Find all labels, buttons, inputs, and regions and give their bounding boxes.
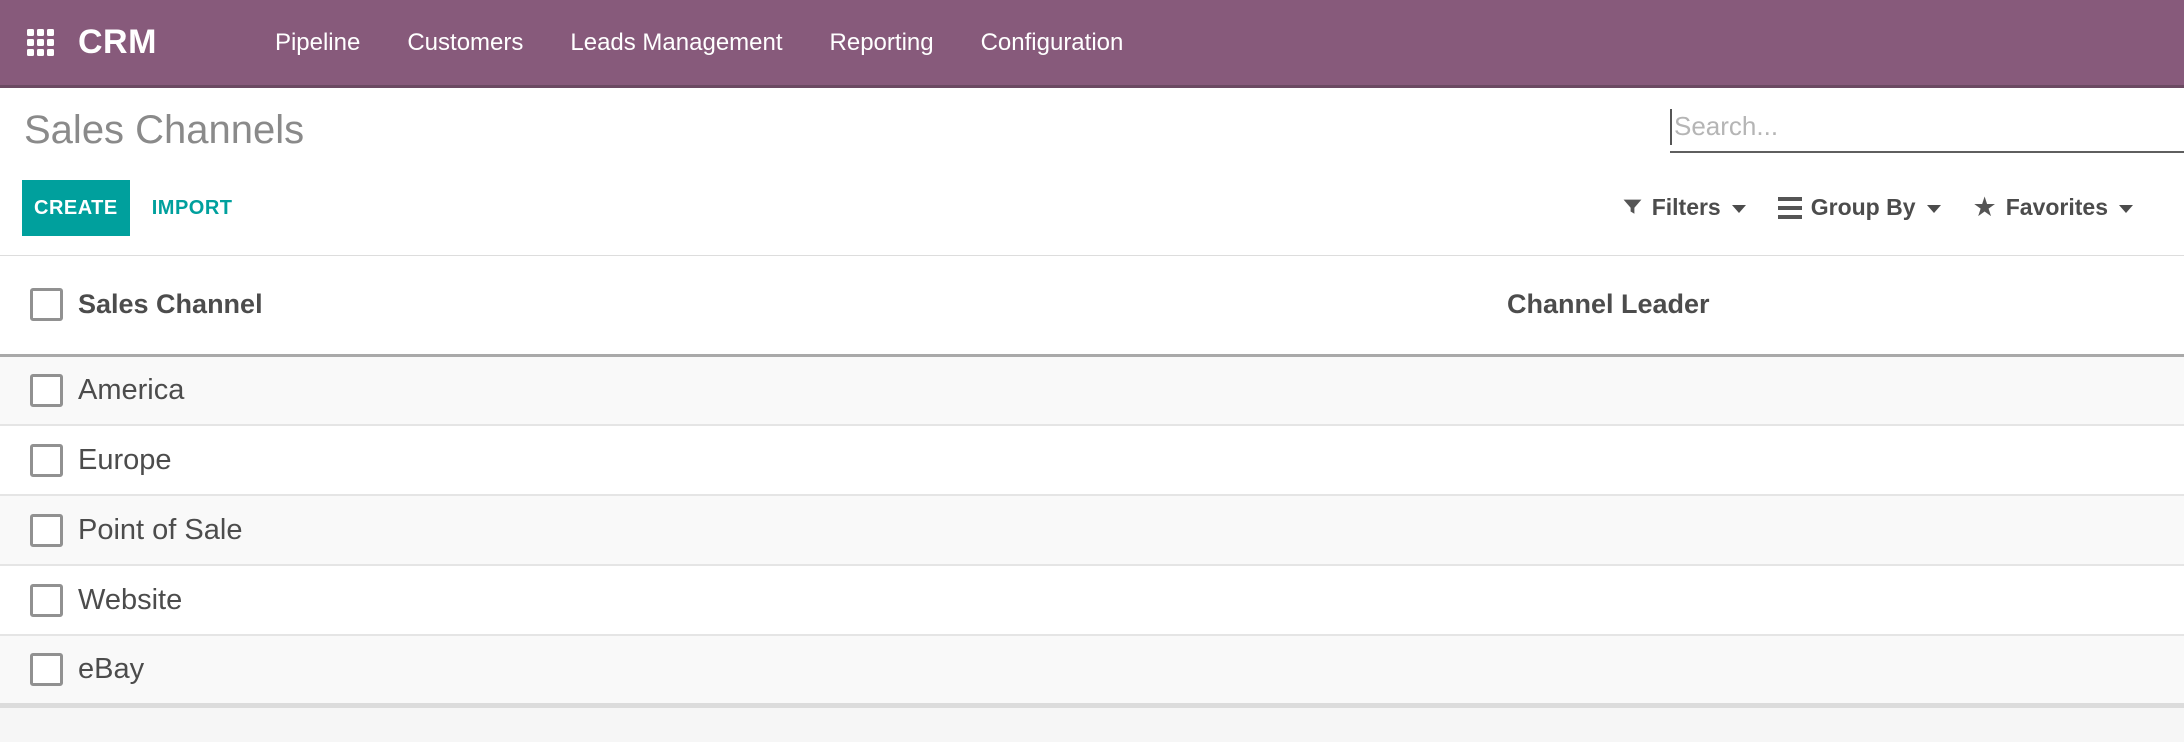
star-icon: ★ [1973,194,1997,221]
content-area-background [0,708,2184,742]
menu-item-reporting[interactable]: Reporting [830,29,934,57]
chevron-down-icon [2119,205,2133,213]
cell-sales-channel: America [78,355,1495,425]
cell-channel-leader [1495,355,2184,425]
menu-item-pipeline[interactable]: Pipeline [275,29,360,57]
row-checkbox[interactable] [30,584,63,617]
main-menu: Pipeline Customers Leads Management Repo… [275,29,1123,57]
sales-channels-table: Sales Channel Channel Leader America Eur… [0,256,2184,708]
cell-channel-leader [1495,565,2184,635]
create-button[interactable]: CREATE [22,180,130,236]
cell-channel-leader [1495,635,2184,705]
table-row[interactable]: Point of Sale [0,495,2184,565]
page-title: Sales Channels [24,108,304,153]
search-input[interactable] [1672,111,2184,142]
table-row[interactable]: eBay [0,635,2184,705]
table-row[interactable]: America [0,355,2184,425]
search-box[interactable] [1670,102,2184,153]
cell-sales-channel: Europe [78,425,1495,495]
action-buttons: CREATE IMPORT [22,180,233,236]
table-row[interactable]: Europe [0,425,2184,495]
filter-funnel-icon [1622,197,1643,218]
table-header-row: Sales Channel Channel Leader [0,256,2184,355]
cell-sales-channel: Website [78,565,1495,635]
row-checkbox[interactable] [30,653,63,686]
group-by-label: Group By [1811,194,1916,221]
app-brand-crm[interactable]: CRM [78,23,157,62]
filters-label: Filters [1652,194,1721,221]
filters-dropdown[interactable]: Filters [1622,194,1746,221]
row-checkbox[interactable] [30,374,63,407]
chevron-down-icon [1927,205,1941,213]
chevron-down-icon [1732,205,1746,213]
select-all-checkbox[interactable] [30,288,63,321]
favorites-dropdown[interactable]: ★ Favorites [1973,194,2133,221]
column-header-sales-channel[interactable]: Sales Channel [78,256,1495,355]
row-checkbox[interactable] [30,444,63,477]
import-button[interactable]: IMPORT [152,197,233,220]
table-row[interactable]: Website [0,565,2184,635]
list-lines-icon [1778,197,1802,219]
filter-bar: Filters Group By ★ Favorites [1622,194,2133,221]
group-by-dropdown[interactable]: Group By [1778,194,1941,221]
cell-channel-leader [1495,425,2184,495]
control-panel: Sales Channels CREATE IMPORT Filters Gro… [0,88,2184,256]
top-navbar: CRM Pipeline Customers Leads Management … [0,0,2184,88]
menu-item-leads-management[interactable]: Leads Management [570,29,782,57]
cell-sales-channel: eBay [78,635,1495,705]
column-header-channel-leader[interactable]: Channel Leader [1495,256,2184,355]
menu-item-configuration[interactable]: Configuration [981,29,1124,57]
row-checkbox[interactable] [30,514,63,547]
menu-item-customers[interactable]: Customers [407,29,523,57]
favorites-label: Favorites [2006,194,2108,221]
cell-channel-leader [1495,495,2184,565]
apps-grid-icon[interactable] [27,29,54,56]
cell-sales-channel: Point of Sale [78,495,1495,565]
